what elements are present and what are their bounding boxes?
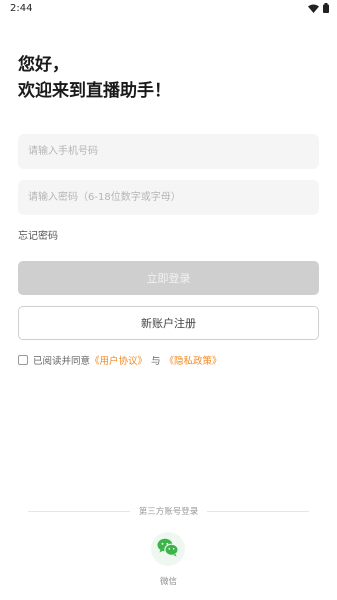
- agreement-checkbox[interactable]: [18, 355, 28, 365]
- agreement-and: 与: [151, 356, 161, 367]
- agreement-prefix: 已阅读并同意: [33, 356, 91, 367]
- phone-field[interactable]: [18, 134, 319, 169]
- greeting: 您好， 欢迎来到直播助手！: [18, 52, 171, 104]
- agreement-row: 已阅读并同意 《用户协议》 与 《隐私政策》: [18, 353, 222, 367]
- password-input[interactable]: [26, 191, 319, 204]
- greeting-line-2: 欢迎来到直播助手！: [18, 81, 171, 101]
- third-party-divider: 第三方账号登录: [28, 505, 310, 517]
- divider-line-left: [28, 510, 130, 512]
- status-bar: 2:44: [0, 0, 337, 18]
- wechat-icon: [157, 538, 179, 561]
- greeting-line-1: 您好，: [18, 55, 69, 75]
- login-button[interactable]: 立即登录: [18, 261, 319, 295]
- wifi-icon: [308, 4, 319, 13]
- wechat-label: 微信: [159, 577, 177, 587]
- password-field[interactable]: [18, 180, 319, 215]
- forgot-password-link[interactable]: 忘记密码: [18, 227, 58, 242]
- privacy-policy-link[interactable]: 《隐私政策》: [165, 353, 222, 367]
- status-time: 2:44: [10, 3, 33, 14]
- battery-icon: [323, 3, 329, 13]
- third-party-label: 第三方账号登录: [138, 507, 199, 517]
- phone-input[interactable]: [26, 145, 319, 158]
- status-icons: [308, 3, 329, 13]
- wechat-login-button[interactable]: [151, 532, 185, 566]
- user-agreement-link[interactable]: 《用户协议》: [90, 353, 147, 367]
- divider-line-right: [207, 510, 310, 512]
- register-button[interactable]: 新账户注册: [18, 306, 319, 340]
